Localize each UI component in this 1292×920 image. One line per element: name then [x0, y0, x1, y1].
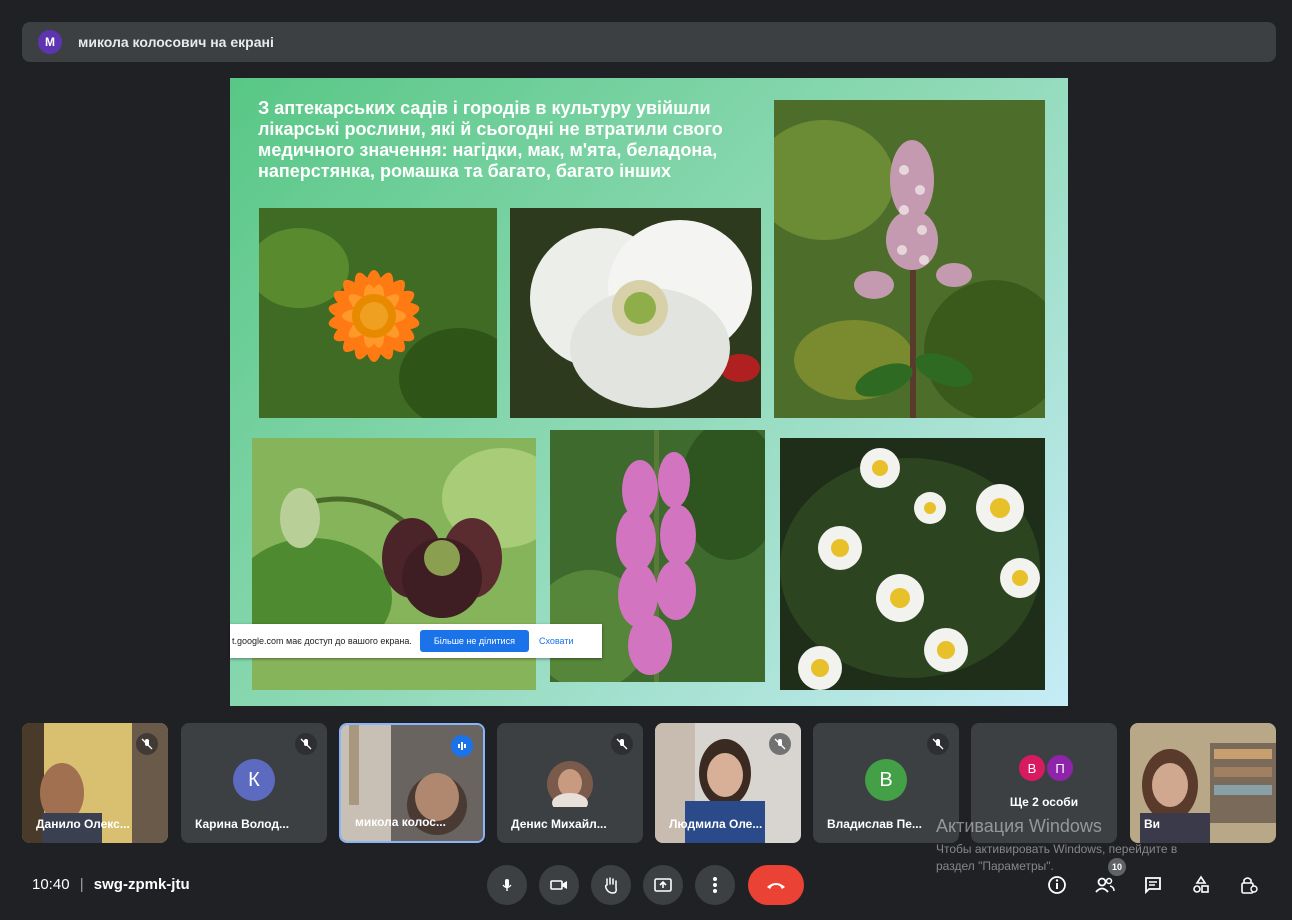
- shared-screen: З аптекарських садів і городів в культур…: [230, 78, 1068, 706]
- info-icon: [1048, 876, 1066, 894]
- photo-calendula: [259, 208, 497, 418]
- participant-tile[interactable]: Людмила Оле...: [655, 723, 801, 843]
- participant-avatar: В: [865, 759, 907, 801]
- share-notice-text: t.google.com має доступ до вашого екрана…: [232, 636, 412, 646]
- participant-name: Людмила Оле...: [669, 817, 763, 831]
- participant-name: Владислав Пе...: [827, 817, 922, 831]
- participant-name: микола колос...: [355, 815, 446, 829]
- participant-name: Карина Волод...: [195, 817, 290, 831]
- mic-off-icon: [295, 733, 317, 755]
- watermark-title: Активация Windows: [936, 816, 1102, 836]
- people-button[interactable]: [1092, 872, 1118, 898]
- watermark-line: Чтобы активировать Windows, перейдите в: [936, 842, 1178, 856]
- meeting-controls-bar: 10:40 | swg-zpmk-jtu: [0, 860, 1292, 920]
- mic-off-icon: [611, 733, 633, 755]
- meeting-info: 10:40 | swg-zpmk-jtu: [32, 876, 190, 893]
- activities-button[interactable]: [1188, 872, 1214, 898]
- slide-heading: З аптекарських садів і городів в культур…: [258, 98, 723, 181]
- camera-icon: [550, 880, 567, 890]
- stop-sharing-button[interactable]: Більше не ділитися: [419, 630, 529, 652]
- participant-tile[interactable]: Денис Михайл...: [497, 723, 643, 843]
- meeting-code: swg-zpmk-jtu: [93, 876, 190, 893]
- mic-off-icon: [769, 733, 791, 755]
- present-icon: [654, 878, 672, 892]
- more-participants-label: Ще 2 особи: [1009, 795, 1079, 809]
- mic-off-icon: [927, 733, 949, 755]
- meeting-separator: |: [79, 876, 84, 893]
- photo-poppy: [510, 208, 761, 418]
- present-screen-button[interactable]: [643, 865, 683, 905]
- raise-hand-button[interactable]: [591, 865, 631, 905]
- screen-share-notice: t.google.com має доступ до вашого екрана…: [230, 624, 602, 658]
- mic-off-icon: [136, 733, 158, 755]
- hide-notice-button[interactable]: Сховати: [539, 636, 574, 646]
- presenter-label: микола колосович на екрані: [78, 34, 274, 50]
- speaking-indicator-icon: [451, 735, 473, 757]
- meeting-time: 10:40: [32, 876, 70, 893]
- photo-chamomile: [780, 438, 1045, 690]
- presenter-avatar: М: [38, 30, 62, 54]
- participant-avatar: В: [1019, 755, 1045, 781]
- participant-name: Данило Олекс...: [36, 817, 130, 831]
- participant-avatar: [547, 761, 593, 807]
- camera-button[interactable]: [539, 865, 579, 905]
- participant-tile[interactable]: К Карина Волод...: [181, 723, 327, 843]
- chat-button[interactable]: [1140, 872, 1166, 898]
- hang-up-icon: [767, 883, 785, 889]
- participant-tile-active-speaker[interactable]: микола колос...: [339, 723, 485, 843]
- host-controls-button[interactable]: [1236, 872, 1262, 898]
- microphone-button[interactable]: [487, 865, 527, 905]
- more-options-button[interactable]: [695, 865, 735, 905]
- people-icon: [1095, 877, 1115, 893]
- hand-icon: [604, 877, 617, 894]
- more-vert-icon: [713, 877, 717, 893]
- microphone-icon: [502, 879, 512, 891]
- participant-avatar: К: [233, 759, 275, 801]
- participant-tile[interactable]: Данило Олекс...: [22, 723, 168, 843]
- chat-icon: [1145, 877, 1161, 895]
- people-count-badge: 10: [1108, 858, 1126, 876]
- participant-name: Денис Михайл...: [511, 817, 607, 831]
- meeting-details-button[interactable]: [1044, 872, 1070, 898]
- shapes-icon: [1193, 875, 1209, 893]
- leave-call-button[interactable]: [748, 865, 804, 905]
- presenter-banner: М микола колосович на екрані: [22, 22, 1276, 62]
- photo-mint: [774, 100, 1045, 418]
- participant-avatar: П: [1047, 755, 1073, 781]
- lock-person-icon: [1241, 877, 1258, 894]
